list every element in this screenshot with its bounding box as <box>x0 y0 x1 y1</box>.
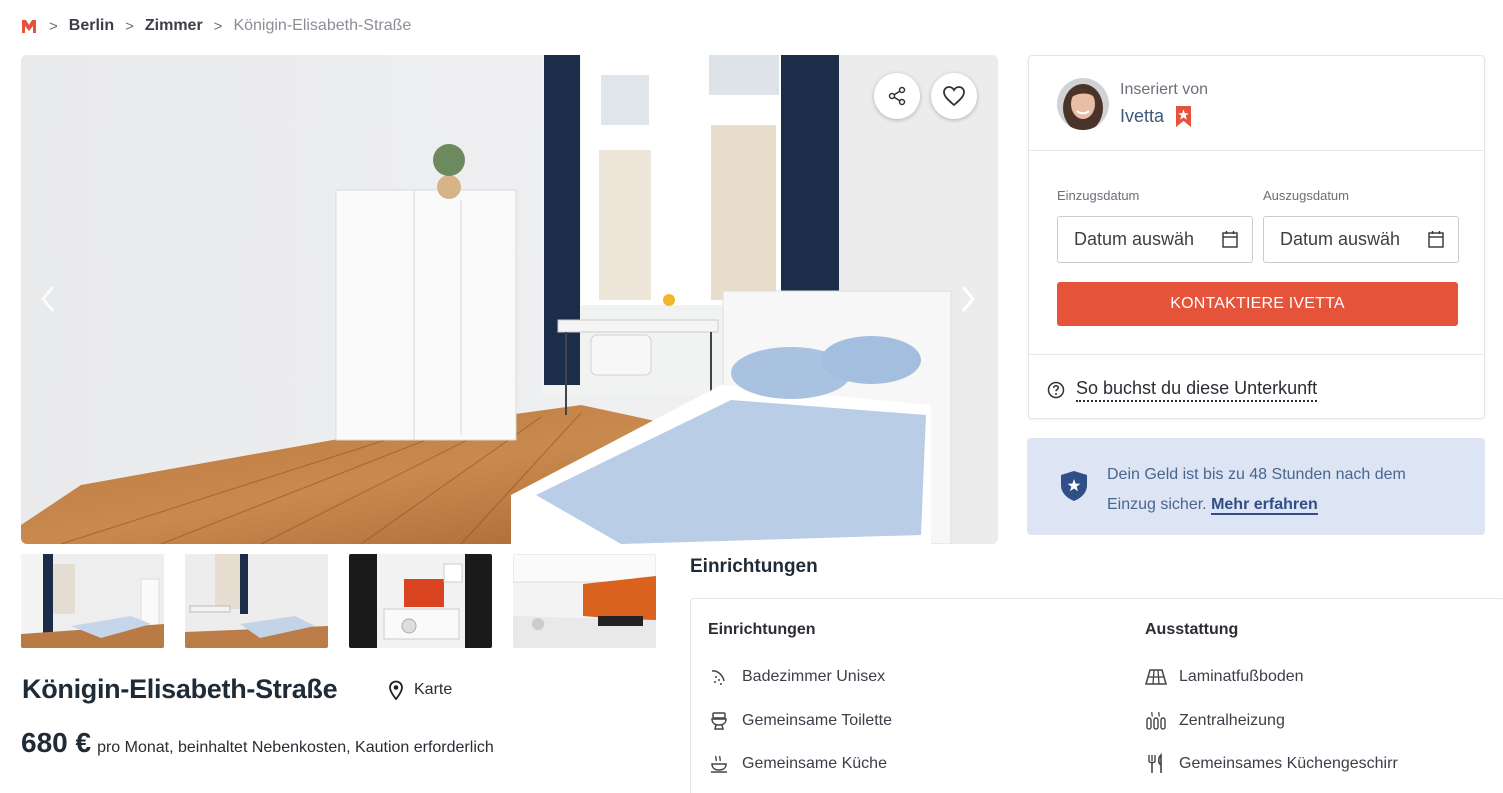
thumbnail-image <box>21 554 164 648</box>
chevron-left-icon <box>41 286 55 312</box>
amenity-label: Gemeinsame Toilette <box>742 712 892 729</box>
features-column-title: Ausstattung <box>1145 621 1239 638</box>
thumbnail[interactable] <box>513 554 656 648</box>
calendar-icon <box>1222 231 1238 248</box>
price: 680 € <box>21 727 92 758</box>
list-item: Gemeinsame Toilette <box>708 710 892 732</box>
thumbnail[interactable] <box>349 554 492 648</box>
toilet-icon <box>711 712 727 730</box>
heart-icon <box>943 86 965 107</box>
learn-more-link[interactable]: Mehr erfahren <box>1211 496 1318 515</box>
chevron-right-icon <box>961 286 975 312</box>
map-link[interactable]: Karte <box>388 680 452 700</box>
thumbnail-image <box>513 554 656 648</box>
host-info: Inseriert von Ivetta <box>1057 78 1208 130</box>
move-in-date-field[interactable]: Datum auswäh <box>1057 216 1253 263</box>
map-link-label: Karte <box>414 681 453 698</box>
price-info: pro Monat, beinhaltet Nebenkosten, Kauti… <box>97 739 494 756</box>
contact-host-button[interactable]: KONTAKTIERE IVETTA <box>1057 282 1458 326</box>
list-item: Badezimmer Unisex <box>708 666 885 688</box>
thumbnail[interactable] <box>185 554 328 648</box>
thumbnail-strip <box>21 554 656 648</box>
amenity-label: Badezimmer Unisex <box>742 668 886 685</box>
breadcrumb: > Berlin > Zimmer > Königin-Elisabeth-St… <box>20 14 411 38</box>
move-in-date-value: Datum auswäh <box>1074 229 1195 249</box>
divider <box>1029 150 1484 151</box>
amenity-label: Laminatfußboden <box>1179 668 1304 685</box>
bookmark-star-icon <box>1176 105 1192 127</box>
breadcrumb-separator: > <box>125 17 134 35</box>
breadcrumb-separator: > <box>49 17 58 35</box>
thumbnail-image <box>185 554 328 648</box>
room-photo <box>21 55 998 544</box>
main-photo[interactable] <box>21 55 998 544</box>
shield-icon <box>1061 471 1087 501</box>
cutlery-icon <box>1148 753 1162 773</box>
host-label: Inseriert von <box>1120 80 1209 98</box>
brand-logo-icon[interactable] <box>20 17 38 35</box>
amenities-panel: Einrichtungen Ausstattung Badezimmer Uni… <box>690 598 1503 793</box>
payment-protection-notice: Dein Geld ist bis zu 48 Stunden nach dem… <box>1027 438 1485 535</box>
move-out-label: Auszugsdatum <box>1263 188 1349 203</box>
previous-photo-button[interactable] <box>33 281 63 317</box>
list-item: Laminatfußboden <box>1145 666 1304 688</box>
share-icon <box>888 86 906 106</box>
thumbnail-image <box>349 554 492 648</box>
list-item: Zentralheizung <box>1145 710 1285 732</box>
kitchen-icon <box>711 755 727 773</box>
divider <box>1029 354 1484 355</box>
listing-title: Königin-Elisabeth-Straße <box>22 674 338 704</box>
host-name[interactable]: Ivetta <box>1120 106 1164 127</box>
move-out-date-value: Datum auswäh <box>1280 229 1401 249</box>
list-item: Gemeinsame Küche <box>708 753 887 775</box>
floor-icon <box>1145 669 1167 685</box>
avatar-image <box>1057 78 1109 130</box>
move-in-label: Einzugsdatum <box>1057 188 1140 203</box>
list-item: Gemeinsames Küchengeschirr <box>1145 753 1398 775</box>
how-to-book-label: So buchst du diese Unterkunft <box>1076 378 1318 402</box>
amenity-label: Gemeinsame Küche <box>742 755 887 772</box>
amenity-label: Zentralheizung <box>1179 712 1285 729</box>
breadcrumb-berlin[interactable]: Berlin <box>69 17 114 35</box>
question-circle-icon <box>1047 381 1065 399</box>
amenities-section-title: Einrichtungen <box>690 556 818 577</box>
next-photo-button[interactable] <box>953 281 983 317</box>
price-row: 680 € pro Monat, beinhaltet Nebenkosten,… <box>21 727 494 759</box>
thumbnail[interactable] <box>21 554 164 648</box>
calendar-icon <box>1428 231 1444 248</box>
heater-icon <box>1146 711 1166 730</box>
breadcrumb-current: Königin-Elisabeth-Straße <box>233 17 412 34</box>
move-out-date-field[interactable]: Datum auswäh <box>1263 216 1459 263</box>
how-to-book-link[interactable]: So buchst du diese Unterkunft <box>1047 378 1318 402</box>
amenity-label: Gemeinsames Küchengeschirr <box>1179 755 1398 772</box>
map-pin-icon <box>389 680 403 700</box>
amenities-column-title: Einrichtungen <box>708 621 816 638</box>
shower-icon <box>711 670 725 685</box>
booking-card: Inseriert von Ivetta Einzugsdatum Auszug… <box>1028 55 1485 419</box>
protection-text: Dein Geld ist bis zu 48 Stunden nach dem… <box>1107 460 1457 520</box>
breadcrumb-zimmer[interactable]: Zimmer <box>145 17 203 35</box>
share-button[interactable] <box>874 73 920 119</box>
breadcrumb-separator: > <box>213 17 223 35</box>
avatar[interactable] <box>1057 78 1109 130</box>
favorite-button[interactable] <box>931 73 977 119</box>
